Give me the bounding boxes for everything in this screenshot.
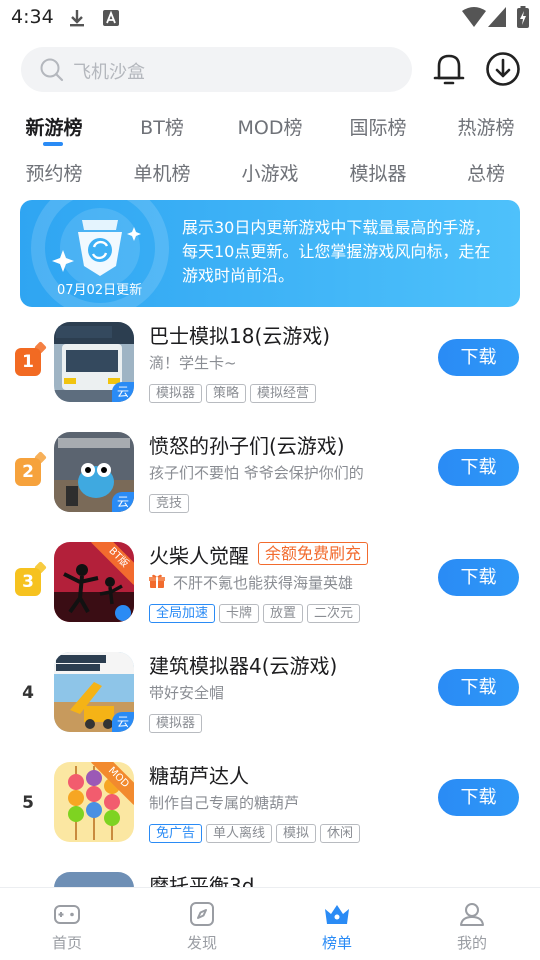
game-tags: 全局加速 卡牌 放置 二次元 [149, 602, 364, 623]
banner-description: 展示30日内更新游戏中下载量最高的手游，每天10点更新。让您掌握游戏风向标，走在… [182, 218, 491, 285]
game-description: 制作自己专属的糖葫芦 [149, 794, 300, 812]
download-circle-icon [486, 52, 520, 86]
cloud-badge: 云 [112, 712, 134, 732]
rank-badge: 2 [15, 458, 41, 486]
nav-label: 榜单 [321, 934, 352, 952]
download-button[interactable]: 下载 [438, 339, 519, 376]
game-tags: 竞技 [149, 492, 193, 513]
tab-hot[interactable]: 热游榜 [457, 113, 514, 140]
download-status-icon [70, 10, 84, 27]
nav-label: 首页 [51, 934, 82, 952]
gift-icon [149, 574, 165, 588]
game-description: 不肝不氪也能获得海量英雄 [173, 574, 354, 592]
tag-highlight[interactable]: 免广告 [149, 824, 203, 843]
download-button[interactable]: 下载 [438, 779, 519, 816]
game-title[interactable]: 建筑模拟器4(云游戏) [149, 650, 337, 679]
tag[interactable]: 竞技 [149, 494, 190, 513]
game-description: 孩子们不要怕 爷爷会保护你们的 [149, 464, 364, 482]
user-icon [460, 903, 484, 926]
rank-info-banner: 07月02日更新 展示30日内更新游戏中下载量最高的手游，每天10点更新。让您掌… [20, 200, 520, 307]
status-time: 4:34 [11, 6, 54, 28]
game-list-item[interactable]: 4 云 建筑模拟器4(云游戏) 带好安全帽 模拟器 下载 [0, 650, 540, 746]
search-placeholder: 飞机沙盒 [73, 62, 145, 83]
gamepad-icon [54, 905, 80, 924]
tab-mini-games[interactable]: 小游戏 [241, 159, 298, 186]
game-title[interactable]: 糖葫芦达人 [149, 760, 249, 789]
compass-icon [190, 902, 214, 926]
game-title[interactable]: 火柴人觉醒 [149, 540, 249, 569]
nav-profile[interactable]: 我的 [432, 888, 512, 960]
tag[interactable]: 放置 [263, 604, 304, 623]
game-list-item[interactable]: 1 云 巴士模拟18(云游戏) 滴！学生卡~ 模拟器 策略 模拟经营 下载 [0, 320, 540, 416]
tag[interactable]: 卡牌 [219, 604, 260, 623]
nav-home[interactable]: 首页 [27, 888, 107, 960]
cloud-badge: 云 [112, 382, 134, 402]
game-description: 滴！学生卡~ [149, 354, 237, 372]
nav-label: 我的 [456, 934, 487, 952]
tag[interactable]: 二次元 [307, 604, 361, 623]
game-list-item[interactable]: 5 MOD 糖葫芦达人 制作自己专属的糖葫芦 免广告 单人离线 模拟 休闲 下载 [0, 760, 540, 856]
tag[interactable]: 休闲 [320, 824, 361, 843]
game-title[interactable]: 巴士模拟18(云游戏) [149, 320, 330, 349]
search-icon [40, 58, 64, 82]
app-status-icon [103, 10, 119, 26]
tab-offline[interactable]: 单机榜 [133, 159, 190, 186]
rank-badge: 1 [15, 348, 41, 376]
bell-icon [433, 54, 465, 85]
tag-highlight[interactable]: 全局加速 [149, 604, 216, 623]
game-icon-candied-haws[interactable]: MOD [54, 762, 134, 842]
tag[interactable]: 模拟 [276, 824, 317, 843]
tab-bt[interactable]: BT榜 [140, 113, 184, 140]
nav-rankings[interactable]: 榜单 [297, 888, 377, 960]
rank-number: 5 [22, 793, 34, 813]
rank-tabs-row-1: 新游榜 BT榜 MOD榜 国际榜 热游榜 [0, 113, 540, 149]
game-list-item[interactable]: 3 BT版 火柴人觉醒 余额免费刷充 不肝不氪也能获得海量英雄 全局加速 卡牌 放置… [0, 540, 540, 636]
tag[interactable]: 模拟器 [149, 384, 203, 403]
tab-preorder[interactable]: 预约榜 [25, 159, 82, 186]
tab-emulator[interactable]: 模拟器 [349, 159, 406, 186]
tab-international[interactable]: 国际榜 [349, 113, 406, 140]
tag[interactable]: 单人离线 [206, 824, 273, 843]
nav-label: 发现 [186, 934, 217, 952]
game-tags: 模拟器 策略 模拟经营 [149, 382, 320, 403]
battery-icon [517, 6, 529, 28]
nav-discover[interactable]: 发现 [162, 888, 242, 960]
download-manager-button[interactable] [485, 49, 521, 89]
promo-tag[interactable]: 余额免费刷充 [258, 542, 369, 565]
tag[interactable]: 策略 [206, 384, 247, 403]
game-tags: 免广告 单人离线 模拟 休闲 [149, 822, 364, 843]
rank-number: 4 [22, 683, 34, 703]
game-icon-bus-simulator[interactable]: 云 [54, 322, 134, 402]
banner-update-date: 07月02日更新 [57, 283, 143, 298]
tag[interactable]: 模拟经营 [250, 384, 317, 403]
download-button[interactable]: 下载 [438, 449, 519, 486]
game-icon-stickman[interactable]: BT版 [54, 542, 134, 622]
bottom-nav: 首页 发现 榜单 我的 [0, 887, 540, 960]
active-tab-indicator [43, 142, 63, 146]
tab-new-games[interactable]: 新游榜 [25, 113, 82, 140]
notification-button[interactable] [431, 49, 467, 89]
wifi-icon [462, 7, 486, 27]
search-input[interactable]: 飞机沙盒 [21, 47, 412, 92]
status-bar: 4:34 [0, 0, 540, 36]
game-tags: 模拟器 [149, 712, 206, 733]
cloud-badge: 云 [112, 492, 134, 512]
rank-badge: 3 [15, 568, 41, 596]
game-icon-construction-simulator[interactable]: 云 [54, 652, 134, 732]
download-button[interactable]: 下载 [438, 559, 519, 596]
game-list-item[interactable]: 2 云 愤怒的孙子们(云游戏) 孩子们不要怕 爷爷会保护你们的 竞技 下载 [0, 430, 540, 526]
tab-mod[interactable]: MOD榜 [238, 113, 303, 140]
rank-tabs-row-2: 预约榜 单机榜 小游戏 模拟器 总榜 [0, 159, 540, 195]
download-button[interactable]: 下载 [438, 669, 519, 706]
tag[interactable]: 模拟器 [149, 714, 203, 733]
game-title[interactable]: 愤怒的孙子们(云游戏) [149, 430, 345, 459]
tab-overall[interactable]: 总榜 [467, 159, 505, 186]
game-icon-angry-grandsons[interactable]: 云 [54, 432, 134, 512]
game-description: 带好安全帽 [149, 684, 225, 702]
signal-icon [488, 7, 506, 27]
crown-icon [325, 905, 349, 924]
